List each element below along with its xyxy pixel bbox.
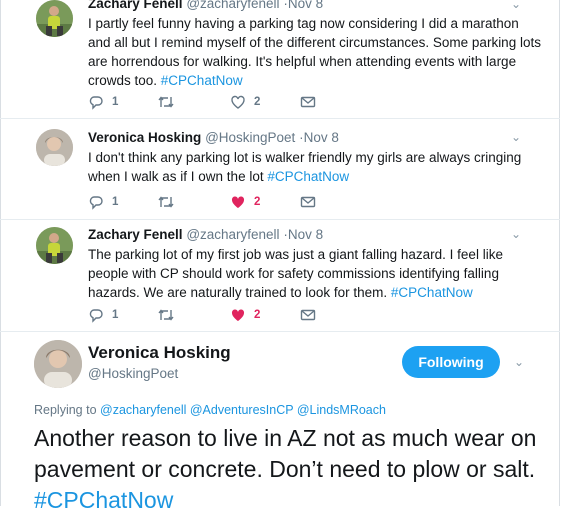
heart-outline-icon <box>231 95 245 109</box>
following-button[interactable]: Following <box>402 346 500 378</box>
like-count: 2 <box>254 196 261 208</box>
author-handle[interactable]: @zacharyfenell <box>186 0 279 11</box>
like-button[interactable]: 2 <box>230 194 260 210</box>
main-tweet-text-content: Another reason to live in AZ not as much… <box>34 425 537 482</box>
reply-count: 1 <box>112 196 119 208</box>
message-button[interactable] <box>300 307 316 323</box>
tweet-header: Zachary Fenell @zacharyfenell ·Nov 8 <box>88 227 323 243</box>
main-author-handle[interactable]: @HoskingPoet <box>88 366 178 381</box>
hashtag-link[interactable]: #CPChatNow <box>34 487 173 513</box>
retweet-icon <box>158 196 174 208</box>
like-button[interactable]: 2 <box>230 307 260 323</box>
envelope-icon <box>300 196 316 208</box>
envelope-icon <box>300 309 316 321</box>
hashtag-link[interactable]: #CPChatNow <box>267 169 349 184</box>
tweet-text-content: I partly feel funny having a parking tag… <box>88 16 541 88</box>
reply-button[interactable]: 1 <box>88 94 118 110</box>
retweet-button[interactable] <box>157 94 183 110</box>
mention-link[interactable]: @AdventuresInCP <box>190 403 294 417</box>
reply-button[interactable]: 1 <box>88 307 118 323</box>
person-outdoors-avatar-icon <box>36 0 73 37</box>
person-outdoors-avatar-icon <box>36 227 73 264</box>
reply-tweet-1[interactable]: Zachary Fenell @zacharyfenell ·Nov 8 ⌄ I… <box>0 0 560 119</box>
tweet-time[interactable]: ·Nov 8 <box>283 227 323 242</box>
reply-icon <box>89 309 103 323</box>
chevron-down-icon[interactable]: ⌄ <box>511 130 521 144</box>
like-button[interactable]: 2 <box>230 94 260 110</box>
tweet-text: I don't think any parking lot is walker … <box>88 148 543 186</box>
main-tweet-text: Another reason to live in AZ not as much… <box>34 423 554 516</box>
message-button[interactable] <box>300 194 316 210</box>
avatar[interactable] <box>36 129 73 166</box>
mention-link[interactable]: @LindsMRoach <box>297 403 386 417</box>
main-author-name[interactable]: Veronica Hosking <box>88 343 231 363</box>
heart-filled-icon <box>231 196 245 208</box>
retweet-icon <box>158 309 174 321</box>
message-button[interactable] <box>300 94 316 110</box>
hashtag-link[interactable]: #CPChatNow <box>391 285 473 300</box>
like-count: 2 <box>254 309 261 321</box>
main-avatar[interactable] <box>34 340 82 388</box>
tweet-time[interactable]: ·Nov 8 <box>283 0 323 11</box>
person-portrait-avatar-icon <box>34 340 82 388</box>
avatar[interactable] <box>36 0 73 37</box>
tweet-header: Veronica Hosking @HoskingPoet ·Nov 8 <box>88 130 339 146</box>
avatar[interactable] <box>36 227 73 264</box>
reply-count: 1 <box>112 309 119 321</box>
person-portrait-avatar-icon <box>36 129 73 166</box>
reply-icon <box>89 96 103 110</box>
envelope-icon <box>300 96 316 108</box>
reply-icon <box>89 196 103 210</box>
reply-tweet-3[interactable]: Zachary Fenell @zacharyfenell ·Nov 8 ⌄ T… <box>0 219 560 332</box>
tweet-header: Zachary Fenell @zacharyfenell ·Nov 8 <box>88 0 323 12</box>
mention-link[interactable]: @zacharyfenell <box>100 403 186 417</box>
reply-count: 1 <box>112 96 119 108</box>
retweet-icon <box>158 96 174 108</box>
chevron-down-icon[interactable]: ⌄ <box>514 355 524 369</box>
author-name[interactable]: Zachary Fenell <box>88 0 183 11</box>
author-name[interactable]: Zachary Fenell <box>88 227 183 242</box>
retweet-button[interactable] <box>157 194 183 210</box>
author-handle[interactable]: @zacharyfenell <box>186 227 279 242</box>
retweet-button[interactable] <box>157 307 183 323</box>
tweet-text: The parking lot of my first job was just… <box>88 245 543 302</box>
chevron-down-icon[interactable]: ⌄ <box>511 227 521 241</box>
replying-to-label: Replying to <box>34 403 97 417</box>
replying-to-line: Replying to @zacharyfenell @AdventuresIn… <box>34 403 386 417</box>
author-name[interactable]: Veronica Hosking <box>88 130 201 145</box>
chevron-down-icon[interactable]: ⌄ <box>511 0 521 11</box>
tweet-text: I partly feel funny having a parking tag… <box>88 14 543 90</box>
tweet-time[interactable]: ·Nov 8 <box>299 130 339 145</box>
hashtag-link[interactable]: #CPChatNow <box>161 73 243 88</box>
reply-button[interactable]: 1 <box>88 194 118 210</box>
like-count: 2 <box>254 96 261 108</box>
heart-filled-icon <box>231 309 245 321</box>
reply-tweet-2[interactable]: Veronica Hosking @HoskingPoet ·Nov 8 ⌄ I… <box>0 118 560 220</box>
author-handle[interactable]: @HoskingPoet <box>205 130 295 145</box>
